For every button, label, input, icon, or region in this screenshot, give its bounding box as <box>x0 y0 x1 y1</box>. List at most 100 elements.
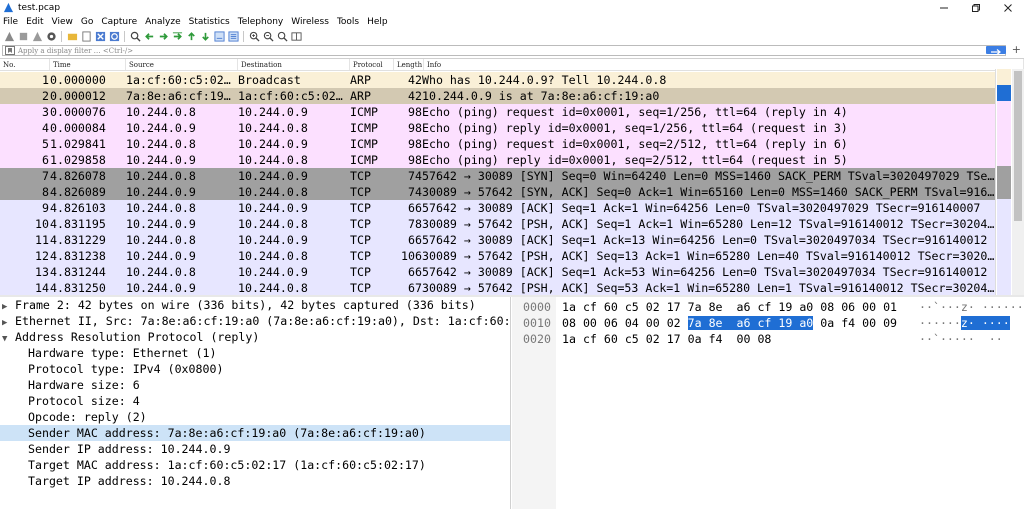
ascii-text[interactable]: ··`····· ·· <box>919 332 1003 346</box>
column-header-time[interactable]: Time <box>50 59 126 70</box>
menu-edit[interactable]: Edit <box>26 17 43 27</box>
packet-row[interactable]: 12 4.831238 10.244.0.9 10.244.0.8 TCP 106 3008… <box>0 248 995 264</box>
packet-row[interactable]: 13 4.831244 10.244.0.8 10.244.0.9 TCP 66 57642… <box>0 264 995 280</box>
byte-offset[interactable]: 0010 <box>523 315 551 331</box>
maximize-button[interactable] <box>960 0 992 15</box>
add-filter-button[interactable]: + <box>1012 44 1021 56</box>
go-forward-button[interactable] <box>157 31 169 43</box>
packet-row[interactable]: 1 0.000000 1a:cf:60:c5:02… Broadcast ARP 42 Wh… <box>0 72 995 88</box>
column-header-destination[interactable]: Destination <box>238 59 350 70</box>
hex-dump[interactable]: 1a cf 60 c5 02 17 7a 8e a6 cf 19 a0 08 0… <box>562 299 897 315</box>
packet-row[interactable]: 2 0.000012 7a:8e:a6:cf:19… 1a:cf:60:c5:02… A… <box>0 88 995 104</box>
menu-tools[interactable]: Tools <box>337 17 359 27</box>
packet-row[interactable]: 7 4.826078 10.244.0.8 10.244.0.9 TCP 74 57642 … <box>0 168 995 184</box>
zoom-out-button[interactable] <box>262 31 274 43</box>
ascii-dump[interactable]: ······z· ···· <box>919 315 1010 331</box>
column-header-source[interactable]: Source <box>126 59 238 70</box>
close-file-button[interactable] <box>94 31 106 43</box>
packet-row[interactable]: 5 1.029841 10.244.0.8 10.244.0.9 ICMP 98 Echo … <box>0 136 995 152</box>
stop-capture-button[interactable] <box>17 31 29 43</box>
menu-file[interactable]: File <box>3 17 18 27</box>
reload-file-button[interactable] <box>108 31 120 43</box>
find-packet-button[interactable] <box>129 31 141 43</box>
restart-capture-button[interactable] <box>31 31 43 43</box>
column-header-protocol[interactable]: Protocol <box>350 59 394 70</box>
resize-columns-button[interactable] <box>290 31 302 43</box>
menu-wireless[interactable]: Wireless <box>291 17 329 27</box>
packet-cell-src: 10.244.0.8 <box>126 233 196 247</box>
menu-capture[interactable]: Capture <box>101 17 137 27</box>
menu-analyze[interactable]: Analyze <box>145 17 180 27</box>
menu-telephony[interactable]: Telephony <box>238 17 284 27</box>
close-button[interactable] <box>992 0 1024 15</box>
display-filter-input[interactable]: Apply a display filter … <Ctrl-/> <box>2 45 1006 56</box>
hex-dump[interactable]: 1a cf 60 c5 02 17 0a f4 00 08 <box>562 331 771 347</box>
tree-field-protocol-type[interactable]: Protocol type: IPv4 (0x0800) <box>0 361 510 377</box>
packet-list-scrollbar[interactable] <box>1012 69 1024 296</box>
packet-cell-info: 30089 → 57642 [PSH, ACK] Seq=13 Ack=1 Wi… <box>422 249 995 263</box>
normal-size-button[interactable] <box>276 31 288 43</box>
packet-row[interactable]: 6 1.029858 10.244.0.9 10.244.0.8 ICMP 98 Echo … <box>0 152 995 168</box>
zoom-in-button[interactable] <box>248 31 260 43</box>
hex-bytes[interactable]: 0a f4 00 09 <box>813 316 897 330</box>
packet-row[interactable]: 14 4.831250 10.244.0.9 10.244.0.8 TCP 67 30089… <box>0 280 995 296</box>
menu-help[interactable]: Help <box>367 17 388 27</box>
packet-row[interactable]: 9 4.826103 10.244.0.8 10.244.0.9 TCP 66 57642 … <box>0 200 995 216</box>
go-back-button[interactable] <box>143 31 155 43</box>
tree-field-sender-ip[interactable]: Sender IP address: 10.244.0.9 <box>0 441 510 457</box>
packet-row[interactable]: 3 0.000076 10.244.0.8 10.244.0.9 ICMP 98 Echo … <box>0 104 995 120</box>
ascii-text-highlighted[interactable]: z· ···· <box>960 316 1010 330</box>
colorize-button[interactable] <box>227 31 239 43</box>
tree-field-opcode[interactable]: Opcode: reply (2) <box>0 409 510 425</box>
hex-bytes[interactable]: 1a cf 60 c5 02 17 0a f4 00 08 <box>562 332 771 346</box>
column-header-no[interactable]: No. <box>0 59 50 70</box>
column-header-info[interactable]: Info <box>424 59 1024 70</box>
packet-row[interactable]: 11 4.831229 10.244.0.8 10.244.0.9 TCP 66 57642… <box>0 232 995 248</box>
byte-offset[interactable]: 0020 <box>523 331 551 347</box>
ascii-dump[interactable]: ··`···z· ········ <box>919 299 1024 315</box>
go-to-packet-button[interactable] <box>171 31 183 43</box>
first-packet-button[interactable] <box>185 31 197 43</box>
last-packet-button[interactable] <box>199 31 211 43</box>
packet-row[interactable]: 10 4.831195 10.244.0.9 10.244.0.8 TCP 78 30089… <box>0 216 995 232</box>
packet-row[interactable]: 4 0.000084 10.244.0.9 10.244.0.8 ICMP 98 Echo … <box>0 120 995 136</box>
apply-filter-button[interactable] <box>986 46 1006 55</box>
chevron-right-icon[interactable]: ▶ <box>2 315 15 329</box>
tree-item-ethernet[interactable]: ▶ Ethernet II, Src: 7a:8e:a6:cf:19:a0 (7a… <box>0 313 510 329</box>
chevron-down-icon[interactable]: ▼ <box>2 331 15 345</box>
packet-cell-src: 10.244.0.9 <box>126 281 196 295</box>
tree-field-hardware-type[interactable]: Hardware type: Ethernet (1) <box>0 345 510 361</box>
start-capture-button[interactable] <box>3 31 15 43</box>
ascii-dump[interactable]: ··`····· ·· <box>919 331 1003 347</box>
hex-bytes[interactable]: 08 00 06 04 00 02 <box>562 316 688 330</box>
ascii-text[interactable]: ··`···z· ········ <box>919 300 1024 314</box>
hex-bytes[interactable]: 1a cf 60 c5 02 17 7a 8e a6 cf 19 a0 08 0… <box>562 300 897 314</box>
hex-dump[interactable]: 08 00 06 04 00 02 7a 8e a6 cf 19 a0 0a f… <box>562 315 897 331</box>
capture-options-button[interactable] <box>45 31 57 43</box>
packet-list-minimap[interactable] <box>995 69 1012 297</box>
tree-field-target-mac[interactable]: Target MAC address: 1a:cf:60:c5:02:17 (1… <box>0 457 510 473</box>
save-file-button[interactable] <box>80 31 92 43</box>
open-file-button[interactable] <box>66 31 78 43</box>
tree-field-sender-mac[interactable]: Sender MAC address: 7a:8e:a6:cf:19:a0 (7… <box>0 425 510 441</box>
tree-field-target-ip[interactable]: Target IP address: 10.244.0.8 <box>0 473 510 489</box>
hex-bytes-highlighted[interactable]: 7a 8e a6 cf 19 a0 <box>687 316 814 330</box>
tree-item-arp[interactable]: ▼ Address Resolution Protocol (reply) <box>0 329 510 345</box>
chevron-right-icon[interactable]: ▶ <box>2 299 15 313</box>
packet-list-header: No. Time Source Destination Protocol Len… <box>0 59 1024 71</box>
packet-cell-proto: ICMP <box>350 137 378 151</box>
ascii-text[interactable]: ······ <box>919 316 961 330</box>
packet-row[interactable]: 8 4.826089 10.244.0.9 10.244.0.8 TCP 74 30089 … <box>0 184 995 200</box>
tree-field-protocol-size[interactable]: Protocol size: 4 <box>0 393 510 409</box>
scrollbar-thumb[interactable] <box>1014 71 1022 221</box>
column-header-length[interactable]: Length <box>394 59 424 70</box>
menu-go[interactable]: Go <box>81 17 93 27</box>
minimize-button[interactable] <box>928 0 960 15</box>
byte-offset[interactable]: 0000 <box>523 299 551 315</box>
autoscroll-button[interactable] <box>213 31 225 43</box>
menu-view[interactable]: View <box>52 17 73 27</box>
tree-field-hardware-size[interactable]: Hardware size: 6 <box>0 377 510 393</box>
restore-icon <box>972 3 980 12</box>
menu-statistics[interactable]: Statistics <box>189 17 230 27</box>
tree-item-frame[interactable]: ▶ Frame 2: 42 bytes on wire (336 bits), 4… <box>0 297 510 313</box>
